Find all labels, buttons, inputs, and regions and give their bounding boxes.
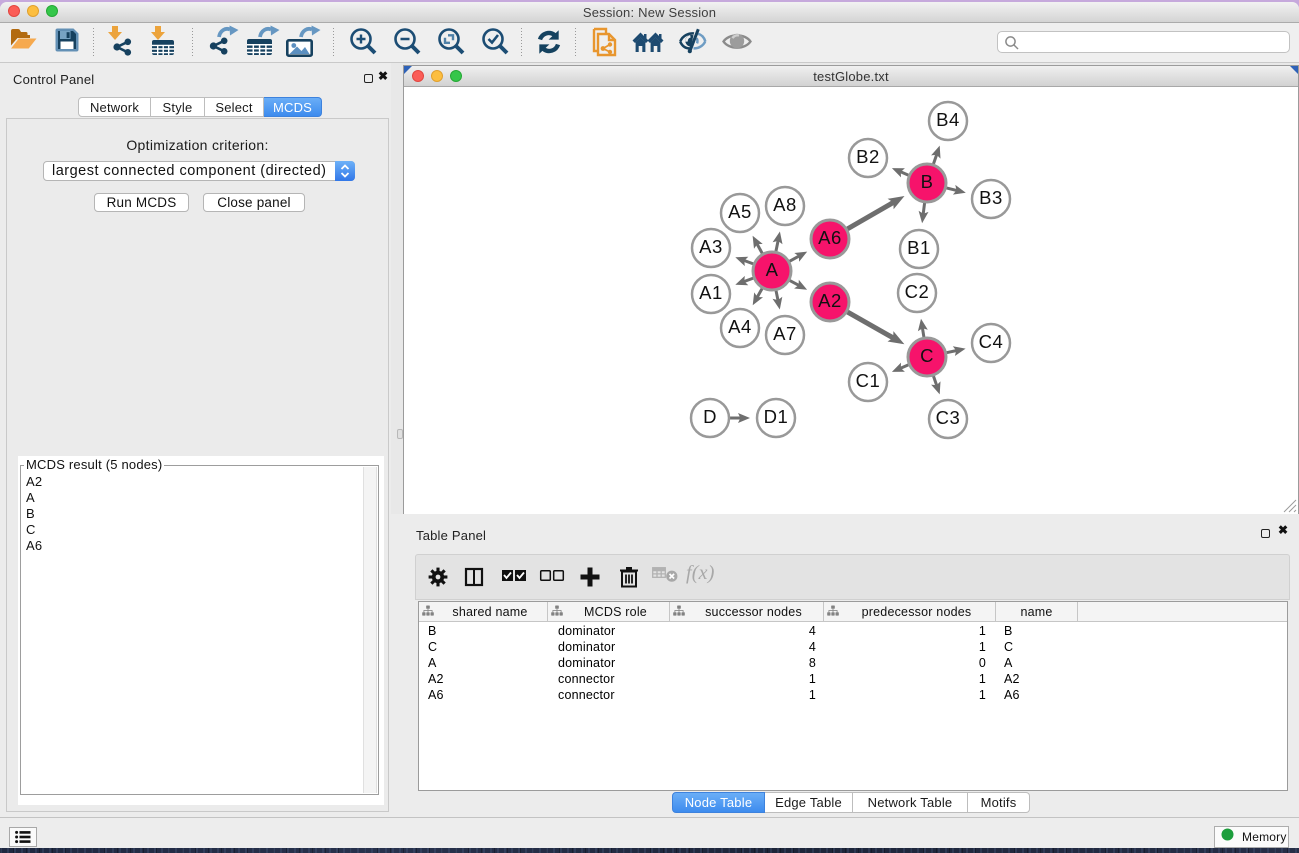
svg-text:B3: B3 — [979, 187, 1003, 208]
svg-text:D1: D1 — [764, 406, 789, 427]
svg-text:A1: A1 — [699, 282, 723, 303]
svg-text:B: B — [921, 171, 934, 192]
svg-text:C4: C4 — [979, 331, 1004, 352]
svg-text:A: A — [766, 259, 779, 280]
svg-text:A5: A5 — [728, 201, 752, 222]
svg-text:A4: A4 — [728, 316, 752, 337]
svg-text:B1: B1 — [907, 237, 931, 258]
svg-text:B4: B4 — [936, 109, 960, 130]
svg-text:A8: A8 — [773, 194, 797, 215]
svg-text:B2: B2 — [856, 146, 880, 167]
svg-text:A3: A3 — [699, 236, 723, 257]
svg-text:D: D — [703, 406, 717, 427]
svg-text:A7: A7 — [773, 323, 797, 344]
svg-text:C2: C2 — [905, 281, 930, 302]
svg-text:A2: A2 — [818, 290, 842, 311]
svg-text:C3: C3 — [936, 407, 961, 428]
svg-text:A6: A6 — [818, 227, 842, 248]
svg-text:C: C — [920, 345, 934, 366]
svg-text:C1: C1 — [856, 370, 881, 391]
